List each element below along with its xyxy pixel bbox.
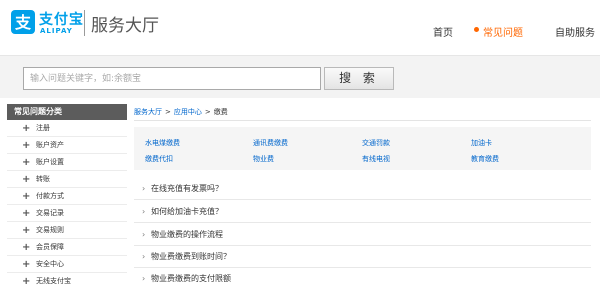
sidebar-item-transaction-rules[interactable]: + 交易规则 xyxy=(7,222,127,239)
brand-name: 支付宝 xyxy=(39,12,84,28)
plus-icon: + xyxy=(22,259,31,270)
nav-self-service-link[interactable]: 自助服务 xyxy=(555,24,595,39)
active-dot-icon xyxy=(474,27,479,32)
category-link-fuel-card[interactable]: 加油卡 xyxy=(471,138,492,148)
site-header: 支 支付宝 ALIPAY 服务大厅 首页 常见问题 自助服务 xyxy=(0,0,600,55)
sidebar-item-label: 无线支付宝 xyxy=(36,277,71,285)
sidebar-item-label: 安全中心 xyxy=(36,260,64,268)
sidebar-item-account-assets[interactable]: + 账户资产 xyxy=(7,137,127,154)
brand-divider xyxy=(84,10,85,36)
sidebar-item-transfer[interactable]: + 转账 xyxy=(7,171,127,188)
caret-right-icon: › xyxy=(142,252,146,261)
caret-right-icon: › xyxy=(142,274,146,283)
question-item[interactable]: › 物业费缴费的支付限额 xyxy=(134,268,591,289)
sidebar-item-label: 转账 xyxy=(36,175,50,183)
sidebar-item-transaction-records[interactable]: + 交易记录 xyxy=(7,205,127,222)
category-link-traffic-fine[interactable]: 交通罚款 xyxy=(362,138,390,148)
sidebar-item-label: 会员保障 xyxy=(36,243,64,251)
plus-icon: + xyxy=(22,123,31,134)
sidebar-title: 常见问题分类 xyxy=(7,104,127,120)
sidebar-item-member-protection[interactable]: + 会员保障 xyxy=(7,239,127,256)
search-bar: 搜 索 xyxy=(0,55,600,98)
brand-name-en: ALIPAY xyxy=(40,27,73,35)
sidebar-item-mobile-alipay[interactable]: + 无线支付宝 xyxy=(7,273,127,289)
sidebar-item-register[interactable]: + 注册 xyxy=(7,120,127,137)
question-link[interactable]: 物业费缴费的支付限额 xyxy=(151,268,231,289)
question-link[interactable]: 物业费缴费到账时间？ xyxy=(151,246,231,268)
plus-icon: + xyxy=(22,208,31,219)
question-item[interactable]: › 物业费缴费到账时间？ xyxy=(134,246,591,268)
category-link-education[interactable]: 教育缴费 xyxy=(471,154,499,164)
svg-text:支: 支 xyxy=(14,13,32,32)
plus-icon: + xyxy=(22,140,31,151)
sidebar-item-label: 注册 xyxy=(36,124,50,132)
breadcrumb-separator: > xyxy=(165,108,171,116)
category-link-telecom[interactable]: 通讯费缴费 xyxy=(253,138,288,148)
sidebar-item-label: 账户资产 xyxy=(36,141,64,149)
question-link[interactable]: 如何给加油卡充值？ xyxy=(151,201,223,223)
question-link[interactable]: 在线充值有发票吗？ xyxy=(151,178,223,200)
plus-icon: + xyxy=(22,276,31,287)
caret-right-icon: › xyxy=(142,184,146,193)
caret-right-icon: › xyxy=(142,230,146,239)
faq-category-sidebar: 常见问题分类 + 注册 + 账户资产 + 账户设置 + 转账 + 付款方式 + 交易记录 +… xyxy=(7,104,127,289)
category-link-auto-debit[interactable]: 缴费代扣 xyxy=(145,154,173,164)
plus-icon: + xyxy=(22,242,31,253)
breadcrumb-link-service-hall[interactable]: 服务大厅 xyxy=(134,108,162,116)
breadcrumb-separator: > xyxy=(204,108,211,116)
sidebar-item-label: 交易规则 xyxy=(36,226,64,234)
sidebar-item-label: 账户设置 xyxy=(36,158,64,166)
breadcrumb: 服务大厅 > 应用中心 > 缴费 xyxy=(134,107,228,117)
nav-home-link[interactable]: 首页 xyxy=(433,24,453,39)
question-item[interactable]: › 如何给加油卡充值？ xyxy=(134,201,591,223)
plus-icon: + xyxy=(22,225,31,236)
search-button[interactable]: 搜 索 xyxy=(324,67,394,90)
caret-right-icon: › xyxy=(142,207,146,216)
plus-icon: + xyxy=(22,157,31,168)
category-link-cable-tv[interactable]: 有线电视 xyxy=(362,154,390,164)
sidebar-item-security-center[interactable]: + 安全中心 xyxy=(7,256,127,273)
page-title: 服务大厅 xyxy=(91,16,159,36)
category-link-property-fee[interactable]: 物业费 xyxy=(253,154,274,164)
sidebar-item-account-settings[interactable]: + 账户设置 xyxy=(7,154,127,171)
nav-faq-link[interactable]: 常见问题 xyxy=(483,24,523,39)
breadcrumb-current: 缴费 xyxy=(213,108,228,116)
sidebar-item-label: 付款方式 xyxy=(36,192,64,200)
divider xyxy=(134,120,591,121)
sidebar-item-payment-methods[interactable]: + 付款方式 xyxy=(7,188,127,205)
alipay-logo-icon[interactable]: 支 xyxy=(11,10,35,34)
question-link[interactable]: 物业缴费的操作流程 xyxy=(151,224,223,246)
question-item[interactable]: › 物业缴费的操作流程 xyxy=(134,224,591,246)
payment-category-panel: 水电煤缴费 通讯费缴费 交通罚款 加油卡 缴费代扣 物业费 有线电视 教育缴费 xyxy=(134,127,591,170)
plus-icon: + xyxy=(22,191,31,202)
breadcrumb-link-app-center[interactable]: 应用中心 xyxy=(174,108,202,116)
question-item[interactable]: › 在线充值有发票吗？ xyxy=(134,178,591,200)
search-input[interactable] xyxy=(23,67,321,90)
sidebar-item-label: 交易记录 xyxy=(36,209,64,217)
category-link-utilities[interactable]: 水电煤缴费 xyxy=(145,138,180,148)
plus-icon: + xyxy=(22,174,31,185)
